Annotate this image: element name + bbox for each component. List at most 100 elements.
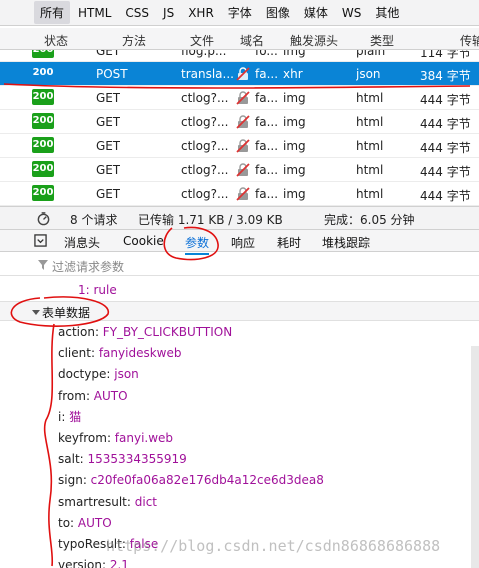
col-method[interactable]: 方法	[122, 32, 146, 49]
tab-response[interactable]: 响应	[231, 234, 255, 251]
request-file: ctlog?...	[181, 115, 229, 129]
param-value: AUTO	[77, 515, 112, 530]
table-row[interactable]: 200 GET ctlog?... fa... img html 444 字节	[0, 86, 479, 110]
table-row[interactable]: 200 GET ctlog?... fa... img html 444 字节	[0, 134, 479, 158]
filter-html[interactable]: HTML	[72, 3, 117, 23]
request-size: 384 字节	[420, 69, 471, 83]
table-row[interactable]: 200 GET ctlog?... fa... img html 444 字节	[0, 182, 479, 206]
request-type: json	[356, 67, 381, 81]
filter-css[interactable]: CSS	[119, 3, 155, 23]
query-param: 1: rule	[78, 283, 117, 297]
toggle-panel-icon[interactable]	[34, 234, 47, 247]
list-item: to: AUTO	[58, 515, 112, 530]
request-type: html	[356, 163, 384, 177]
request-method: POST	[96, 67, 128, 81]
request-type: html	[356, 115, 384, 129]
summary-bar: 8 个请求 已传输 1.71 KB / 3.09 KB 完成：6.05 分钟	[0, 206, 479, 230]
form-data-title: 表单数据	[42, 306, 91, 320]
filter-media[interactable]: 媒体	[298, 1, 334, 24]
chevron-down-icon	[32, 310, 40, 315]
request-table-header: 状态 方法 文件 域名 触发源头 类型 传输	[0, 28, 479, 50]
list-item: action: FY_BY_CLICKBUTTION	[58, 325, 233, 339]
filter-all[interactable]: 所有	[34, 1, 71, 24]
list-item: salt: 1535334355919	[58, 452, 187, 467]
col-type[interactable]: 类型	[370, 32, 394, 49]
col-transferred[interactable]: 传输	[460, 32, 479, 49]
insecure-lock-icon	[236, 139, 250, 153]
list-item: from: AUTO	[58, 388, 128, 403]
scrollbar[interactable]	[471, 346, 479, 568]
param-value: FY_BY_CLICKBUTTION	[102, 325, 233, 339]
param-filter[interactable]: 过滤请求参数	[0, 254, 479, 276]
watermark: https://blog.csdn.net/csdn86868686888	[106, 537, 441, 555]
param-filter-input[interactable]: 过滤请求参数	[52, 258, 124, 275]
filter-images[interactable]: 图像	[260, 1, 296, 24]
param-value: 猫	[69, 409, 82, 424]
detail-tabs: 消息头 Cookie 参数 响应 耗时 堆栈跟踪	[0, 230, 479, 255]
status-badge: 200	[32, 161, 54, 177]
tab-timings[interactable]: 耗时	[277, 234, 301, 251]
request-domain: fa...	[255, 187, 279, 201]
tab-cookies[interactable]: Cookie	[123, 234, 164, 248]
form-params-list: action: FY_BY_CLICKBUTTION client: fanyi…	[58, 322, 324, 568]
request-cause: img	[283, 115, 306, 129]
request-size: 444 字节	[420, 165, 471, 179]
request-cause: img	[283, 163, 306, 177]
col-status[interactable]: 状态	[44, 32, 68, 49]
param-key: doctype	[58, 367, 107, 382]
col-cause[interactable]: 触发源头	[290, 32, 338, 49]
param-key: salt	[58, 452, 80, 467]
status-badge: 200	[32, 137, 54, 153]
request-type: html	[356, 187, 384, 201]
request-type: html	[356, 91, 384, 105]
insecure-lock-icon	[236, 187, 250, 201]
param-value: 2.1	[109, 558, 129, 568]
list-item: keyfrom: fanyi.web	[58, 430, 174, 445]
request-cause: img	[283, 91, 306, 105]
form-data-header[interactable]: 表单数据	[0, 301, 479, 321]
tab-params[interactable]: 参数	[185, 234, 210, 255]
filter-xhr[interactable]: XHR	[182, 3, 220, 23]
filter-bar: 所有 HTML CSS JS XHR 字体 图像 媒体 WS 其他	[0, 0, 479, 26]
request-type: plain	[356, 50, 386, 58]
request-domain: fa...	[255, 67, 279, 81]
request-file: ctlog?...	[181, 187, 229, 201]
filter-fonts[interactable]: 字体	[222, 1, 258, 24]
request-cause: img	[283, 139, 306, 153]
table-row[interactable]: 200 GET flog.p... fo... img plain 114 字节	[0, 50, 479, 62]
table-row[interactable]: 200 GET ctlog?... fa... img html 444 字节	[0, 158, 479, 182]
query-param-line: 1: rule	[0, 281, 479, 301]
insecure-lock-icon	[236, 91, 250, 105]
table-row[interactable]: 200 GET ctlog?... fa... img html 444 字节	[0, 110, 479, 134]
filter-other[interactable]: 其他	[369, 1, 405, 24]
filter-js[interactable]: JS	[157, 3, 180, 23]
finish-time: 完成：6.05 分钟	[324, 213, 415, 227]
col-domain[interactable]: 域名	[240, 32, 264, 49]
request-size: 444 字节	[420, 189, 471, 203]
request-domain: fo...	[255, 50, 278, 58]
param-key: version	[58, 558, 102, 568]
insecure-lock-icon	[236, 163, 250, 177]
table-row-selected[interactable]: 200 POST transla... fa... xhr json 384 字…	[0, 62, 479, 86]
col-file[interactable]: 文件	[190, 32, 214, 49]
param-value: c20fe0fa06a82e176db4a12ce6d3dea8	[90, 473, 324, 488]
tab-headers[interactable]: 消息头	[64, 234, 100, 251]
list-item: sign: c20fe0fa06a82e176db4a12ce6d3dea8	[58, 473, 324, 488]
param-key: to	[58, 515, 71, 530]
tab-stack-trace[interactable]: 堆栈跟踪	[322, 234, 370, 251]
filter-ws[interactable]: WS	[336, 3, 367, 23]
param-key: i	[58, 409, 62, 424]
request-cause: img	[283, 50, 306, 58]
request-cause: xhr	[283, 67, 303, 81]
param-key: from	[58, 388, 86, 403]
request-list: 200 GET flog.p... fo... img plain 114 字节…	[0, 50, 479, 206]
request-file: ctlog?...	[181, 139, 229, 153]
stopwatch-icon[interactable]	[36, 211, 51, 226]
param-value: AUTO	[93, 388, 128, 403]
request-method: GET	[96, 50, 121, 58]
request-method: GET	[96, 115, 121, 129]
param-value: fanyi.web	[114, 430, 174, 445]
param-key: keyfrom	[58, 430, 107, 445]
request-method: GET	[96, 187, 121, 201]
request-size: 444 字节	[420, 93, 471, 107]
